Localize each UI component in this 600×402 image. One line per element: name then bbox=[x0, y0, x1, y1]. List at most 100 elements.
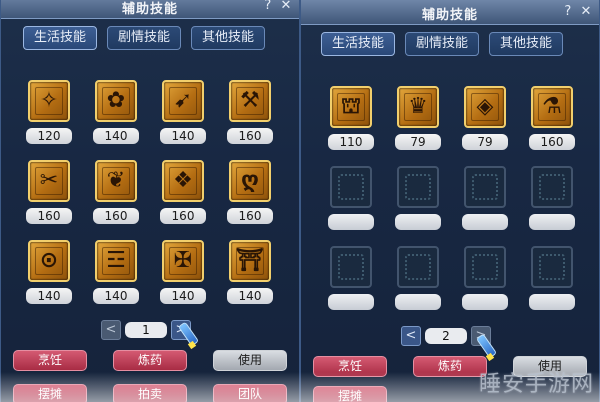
alchemy-button[interactable]: 炼药 bbox=[113, 350, 187, 371]
skill-level bbox=[529, 294, 575, 310]
skill-glyph: ☲ bbox=[106, 248, 126, 273]
skill-cell: ღ 160 bbox=[226, 160, 274, 232]
window-title: 辅助技能 bbox=[421, 8, 478, 23]
prev-page-button[interactable]: < bbox=[401, 326, 421, 346]
empty-slot-icon[interactable] bbox=[464, 246, 506, 288]
empty-slot-icon[interactable] bbox=[397, 246, 439, 288]
skills-window-left: 辅助技能 ? ✕ 生活技能 剧情技能 其他技能 ✧ 120 ✿ 140 ➹ 140 ⚒ 160… bbox=[0, 0, 300, 402]
skill-herb-icon[interactable]: ❦ bbox=[95, 160, 137, 202]
skill-cell bbox=[461, 166, 509, 238]
skill-craft-icon[interactable]: ➹ bbox=[162, 80, 204, 122]
pager: < 1 > bbox=[101, 320, 191, 340]
help-icon[interactable]: ? bbox=[561, 4, 575, 19]
skill-cell bbox=[528, 166, 576, 238]
skill-cell: ☲ 140 bbox=[92, 240, 140, 312]
skill-cook-icon[interactable]: ღ bbox=[229, 160, 271, 202]
close-icon[interactable]: ✕ bbox=[279, 0, 293, 13]
skill-cell: ➹ 140 bbox=[159, 80, 207, 152]
game-screen: 辅助技能 ? ✕ 生活技能 剧情技能 其他技能 ✧ 120 ✿ 140 ➹ 140 ⚒ 160… bbox=[0, 0, 600, 402]
tab-story-skills[interactable]: 剧情技能 bbox=[405, 32, 480, 56]
skill-glyph: ◈ bbox=[476, 94, 494, 119]
skill-weave-icon[interactable]: ❖ bbox=[162, 160, 204, 202]
skill-level bbox=[395, 294, 441, 310]
stall-button[interactable]: 摆摊 bbox=[13, 384, 87, 402]
skill-gate-icon[interactable]: ⛩ bbox=[229, 240, 271, 282]
cook-button[interactable]: 烹饪 bbox=[13, 350, 87, 371]
skill-scroll-icon[interactable]: ☲ bbox=[95, 240, 137, 282]
skill-cell: ⛫ 110 bbox=[327, 86, 375, 158]
skill-cell bbox=[394, 166, 442, 238]
auction-button[interactable]: 拍卖 bbox=[113, 384, 187, 402]
close-icon[interactable]: ✕ bbox=[579, 4, 593, 19]
empty-slot-icon[interactable] bbox=[531, 166, 573, 208]
empty-slot-icon[interactable] bbox=[330, 246, 372, 288]
tab-life-skills[interactable]: 生活技能 bbox=[321, 32, 396, 56]
skill-cross-icon[interactable]: ✂ bbox=[28, 160, 70, 202]
skill-glyph: ⛩ bbox=[236, 248, 264, 273]
tab-life-skills[interactable]: 生活技能 bbox=[23, 26, 98, 50]
skill-level: 160 bbox=[160, 208, 206, 224]
help-icon[interactable]: ? bbox=[261, 0, 275, 13]
skill-cell: ✿ 140 bbox=[92, 80, 140, 152]
empty-slot-icon[interactable] bbox=[464, 166, 506, 208]
skill-glyph: ❖ bbox=[173, 168, 193, 193]
watermark: 睡安手游网 bbox=[478, 372, 594, 397]
skill-mortar-icon[interactable]: ⚗ bbox=[531, 86, 573, 128]
skill-glyph: ⛫ bbox=[340, 94, 362, 119]
tab-other-skills[interactable]: 其他技能 bbox=[191, 26, 266, 50]
skill-level: 79 bbox=[462, 134, 508, 150]
skill-shrine-icon[interactable]: ⛫ bbox=[330, 86, 372, 128]
skill-ring-icon[interactable]: ⊙ bbox=[28, 240, 70, 282]
skill-cell bbox=[461, 246, 509, 318]
tab-story-skills[interactable]: 剧情技能 bbox=[107, 26, 182, 50]
title-bar[interactable]: 辅助技能 ? ✕ bbox=[301, 0, 599, 25]
skill-level: 140 bbox=[93, 128, 139, 144]
skill-level bbox=[462, 294, 508, 310]
skill-level: 140 bbox=[160, 128, 206, 144]
use-button[interactable]: 使用 bbox=[213, 350, 287, 371]
skill-cell bbox=[528, 246, 576, 318]
skill-cell: ⚒ 160 bbox=[226, 80, 274, 152]
skill-glyph: ✠ bbox=[173, 248, 193, 273]
skill-rune-icon[interactable]: ✠ bbox=[162, 240, 204, 282]
skill-glyph: ⚒ bbox=[240, 88, 260, 113]
skill-level bbox=[462, 214, 508, 230]
skill-glyph: ⊙ bbox=[39, 248, 59, 273]
skill-cell: ⛩ 140 bbox=[226, 240, 274, 312]
skill-crown-icon[interactable]: ♛ bbox=[397, 86, 439, 128]
alchemy-button[interactable]: 炼药 bbox=[413, 356, 487, 377]
title-bar[interactable]: 辅助技能 ? ✕ bbox=[1, 0, 299, 19]
skill-glyph: ღ bbox=[241, 168, 259, 193]
skill-gem-icon[interactable]: ◈ bbox=[464, 86, 506, 128]
skill-level: 120 bbox=[26, 128, 72, 144]
empty-slot-icon[interactable] bbox=[330, 166, 372, 208]
skill-cell: ❦ 160 bbox=[92, 160, 140, 232]
skill-level: 160 bbox=[227, 208, 273, 224]
skill-glyph: ➹ bbox=[173, 88, 193, 113]
skill-level: 160 bbox=[227, 128, 273, 144]
skill-grid: ⛫ 110 ♛ 79 ◈ 79 ⚗ 160 bbox=[327, 86, 576, 318]
skill-hunt-icon[interactable]: ✿ bbox=[95, 80, 137, 122]
skill-tabs: 生活技能 剧情技能 其他技能 bbox=[23, 26, 266, 50]
skill-guard-icon[interactable]: ✧ bbox=[28, 80, 70, 122]
skill-glyph: ✂ bbox=[39, 168, 59, 193]
empty-slot-icon[interactable] bbox=[531, 246, 573, 288]
skill-cell: ✂ 160 bbox=[25, 160, 73, 232]
skill-level bbox=[529, 214, 575, 230]
mouse-cursor-icon bbox=[177, 318, 200, 350]
skills-window-right: ⇄ 辅助技能 ? ✕ 生活技能 剧情技能 其他技能 ⛫110♛79◈79⚗160… bbox=[300, 0, 600, 402]
skill-cell: ❖ 160 bbox=[159, 160, 207, 232]
page-number: 2 bbox=[425, 328, 467, 344]
empty-slot-icon[interactable] bbox=[397, 166, 439, 208]
team-button[interactable]: 团队 bbox=[213, 384, 287, 402]
skill-level bbox=[395, 214, 441, 230]
cook-button[interactable]: 烹饪 bbox=[313, 356, 387, 377]
skill-forge-icon[interactable]: ⚒ bbox=[229, 80, 271, 122]
skill-glyph: ♛ bbox=[408, 94, 428, 119]
skill-cell: ◈ 79 bbox=[461, 86, 509, 158]
skill-cell: ✠ 140 bbox=[159, 240, 207, 312]
skill-level: 160 bbox=[93, 208, 139, 224]
stall-button[interactable]: 摆摊 bbox=[313, 386, 387, 402]
tab-other-skills[interactable]: 其他技能 bbox=[489, 32, 564, 56]
prev-page-button[interactable]: < bbox=[101, 320, 121, 340]
